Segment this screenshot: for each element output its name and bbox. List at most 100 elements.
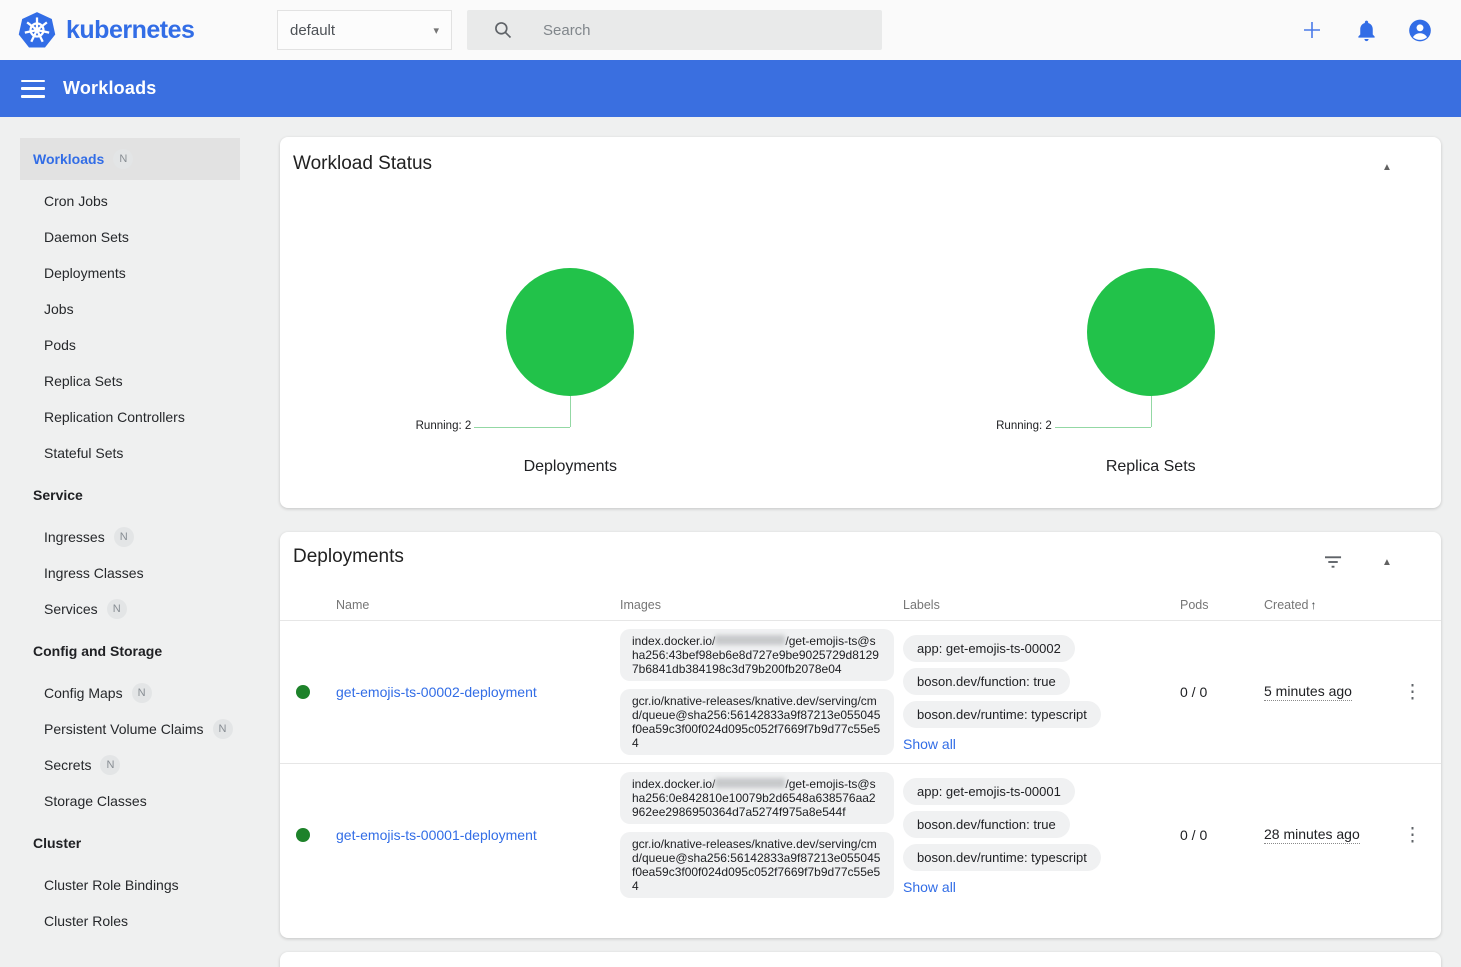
annotation-line [570,396,571,427]
account-circle-icon [1407,17,1433,44]
sidebar-item-label: Cluster Roles [44,913,128,929]
sidebar: Workloads N Cron Jobs Daemon Sets Deployment… [20,138,240,939]
sidebar-item-jobs[interactable]: Jobs [20,291,240,327]
new-badge: N [113,149,133,169]
table-row: get-emojis-ts-00002-deployment index.dock… [280,620,1441,763]
col-created[interactable]: Created↑ [1264,598,1384,612]
row-menu-cell: ⋮ [1384,772,1441,898]
table-row: get-emojis-ts-00001-deployment index.dock… [280,763,1441,906]
label-chip: boson.dev/runtime: typescript [903,701,1101,728]
created-value: 28 minutes ago [1264,826,1360,844]
search-bar[interactable] [467,10,882,50]
search-input[interactable] [543,22,843,39]
sidebar-section-config-and-storage: Config and Storage [20,633,240,669]
sidebar-item-ingress-classes[interactable]: Ingress Classes [20,555,240,591]
deployment-link[interactable]: get-emojis-ts-00001-deployment [336,827,537,843]
sidebar-item-label: Ingresses [44,529,105,545]
sidebar-item-cluster-roles[interactable]: Cluster Roles [20,903,240,939]
sort-ascending-icon: ↑ [1310,598,1316,612]
new-badge: N [132,683,152,703]
search-icon [493,20,513,40]
label-chip: boson.dev/function: true [903,668,1070,695]
pie-chart [1087,268,1215,396]
show-all-link[interactable]: Show all [903,736,956,752]
new-badge: N [100,755,120,775]
account-button[interactable] [1407,17,1433,43]
status-chart-replica-sets: Running: 2Replica Sets [861,137,1442,508]
sidebar-item-label: Daemon Sets [44,229,129,245]
workload-charts: Running: 2DeploymentsRunning: 2Replica S… [280,137,1441,508]
sidebar-item-label: Services [44,601,98,617]
sidebar-item-label: Service [33,487,83,503]
pie-chart [506,268,634,396]
annotation-line [474,427,570,428]
sidebar-item-secrets[interactable]: Secrets N [20,747,240,783]
table-header-row: Name Images Labels Pods Created↑ [280,590,1441,620]
table-body: get-emojis-ts-00002-deployment index.dock… [280,620,1441,906]
namespace-select[interactable]: default ▾ [277,10,452,50]
sidebar-item-label: Workloads [33,151,104,167]
pie-annotation: Running: 2 [996,420,1052,432]
collapse-icon[interactable]: ▲ [1377,552,1397,572]
filter-icon[interactable] [1323,552,1343,572]
status-cell [280,772,336,898]
sidebar-item-cluster-role-bindings[interactable]: Cluster Role Bindings [20,867,240,903]
sidebar-item-label: Jobs [44,301,74,317]
name-cell: get-emojis-ts-00002-deployment [336,629,620,755]
sidebar-item-label: Config and Storage [33,643,162,659]
sidebar-item-label: Replica Sets [44,373,123,389]
sidebar-item-replica-sets[interactable]: Replica Sets [20,363,240,399]
bell-icon [1354,18,1379,43]
annotation-line [1055,427,1151,428]
label-chip: app: get-emojis-ts-00001 [903,778,1075,805]
kubernetes-helm-icon [18,11,56,49]
sidebar-item-services[interactable]: ServicesN [20,591,240,627]
sidebar-item-label: Storage Classes [44,793,147,809]
image-chip: index.docker.io//get-emojis-ts@sha256:43… [620,629,894,681]
sidebar-item-config-maps[interactable]: Config MapsN [20,675,240,711]
images-cell: index.docker.io//get-emojis-ts@sha256:0e… [620,772,903,898]
sidebar-item-ingresses[interactable]: Ingresses N [20,519,240,555]
created-value: 5 minutes ago [1264,683,1352,701]
sidebar-item-pods[interactable]: Pods [20,327,240,363]
sidebar-item-deployments[interactable]: Deployments [20,255,240,291]
images-cell: index.docker.io//get-emojis-ts@sha256:43… [620,629,903,755]
sidebar-item-storage-classes[interactable]: Storage Classes [20,783,240,819]
menu-icon[interactable] [21,80,45,98]
sidebar-item-replication-controllers[interactable]: Replication Controllers [20,399,240,435]
deployment-link[interactable]: get-emojis-ts-00002-deployment [336,684,537,700]
label-chip: boson.dev/function: true [903,811,1070,838]
namespace-value: default [290,22,335,39]
workload-status-card: Workload Status ▲ Running: 2DeploymentsR… [280,137,1441,508]
notifications-button[interactable] [1353,17,1379,43]
annotation-line [1151,396,1152,427]
sidebar-item-cron-jobs[interactable]: Cron Jobs [20,183,240,219]
sidebar-item-daemon-sets[interactable]: Daemon Sets [20,219,240,255]
kebab-menu-icon[interactable]: ⋮ [1403,683,1422,702]
pods-cell: 0 / 0 [1180,772,1264,898]
image-chip: index.docker.io//get-emojis-ts@sha256:0e… [620,772,894,824]
sidebar-item-label: Deployments [44,265,126,281]
col-name: Name [336,598,620,612]
sidebar-item-label: Ingress Classes [44,565,144,581]
sidebar-item-persistent-volume-claims[interactable]: Persistent Volume ClaimsN [20,711,240,747]
kebab-menu-icon[interactable]: ⋮ [1403,826,1422,845]
new-badge: N [114,527,134,547]
row-menu-cell: ⋮ [1384,629,1441,755]
app-bar: Workloads [0,60,1461,117]
status-chart-deployments: Running: 2Deployments [280,137,861,508]
show-all-link[interactable]: Show all [903,879,956,895]
col-labels: Labels [903,598,1180,612]
sidebar-item-stateful-sets[interactable]: Stateful Sets [20,435,240,471]
create-button[interactable] [1299,17,1325,43]
sidebar-item-workloads[interactable]: Workloads N [20,138,240,180]
sidebar-item-label: Pods [44,337,76,353]
sidebar-section-service: Service [20,477,240,513]
sidebar-section-cluster: Cluster [20,825,240,861]
plus-icon [1300,18,1324,42]
sidebar-item-label: Secrets [44,757,91,773]
kubernetes-logo[interactable]: kubernetes [18,11,194,49]
page-title: Workloads [63,78,157,99]
top-bar: kubernetes default ▾ [0,0,1461,60]
redacted-text [715,778,785,788]
